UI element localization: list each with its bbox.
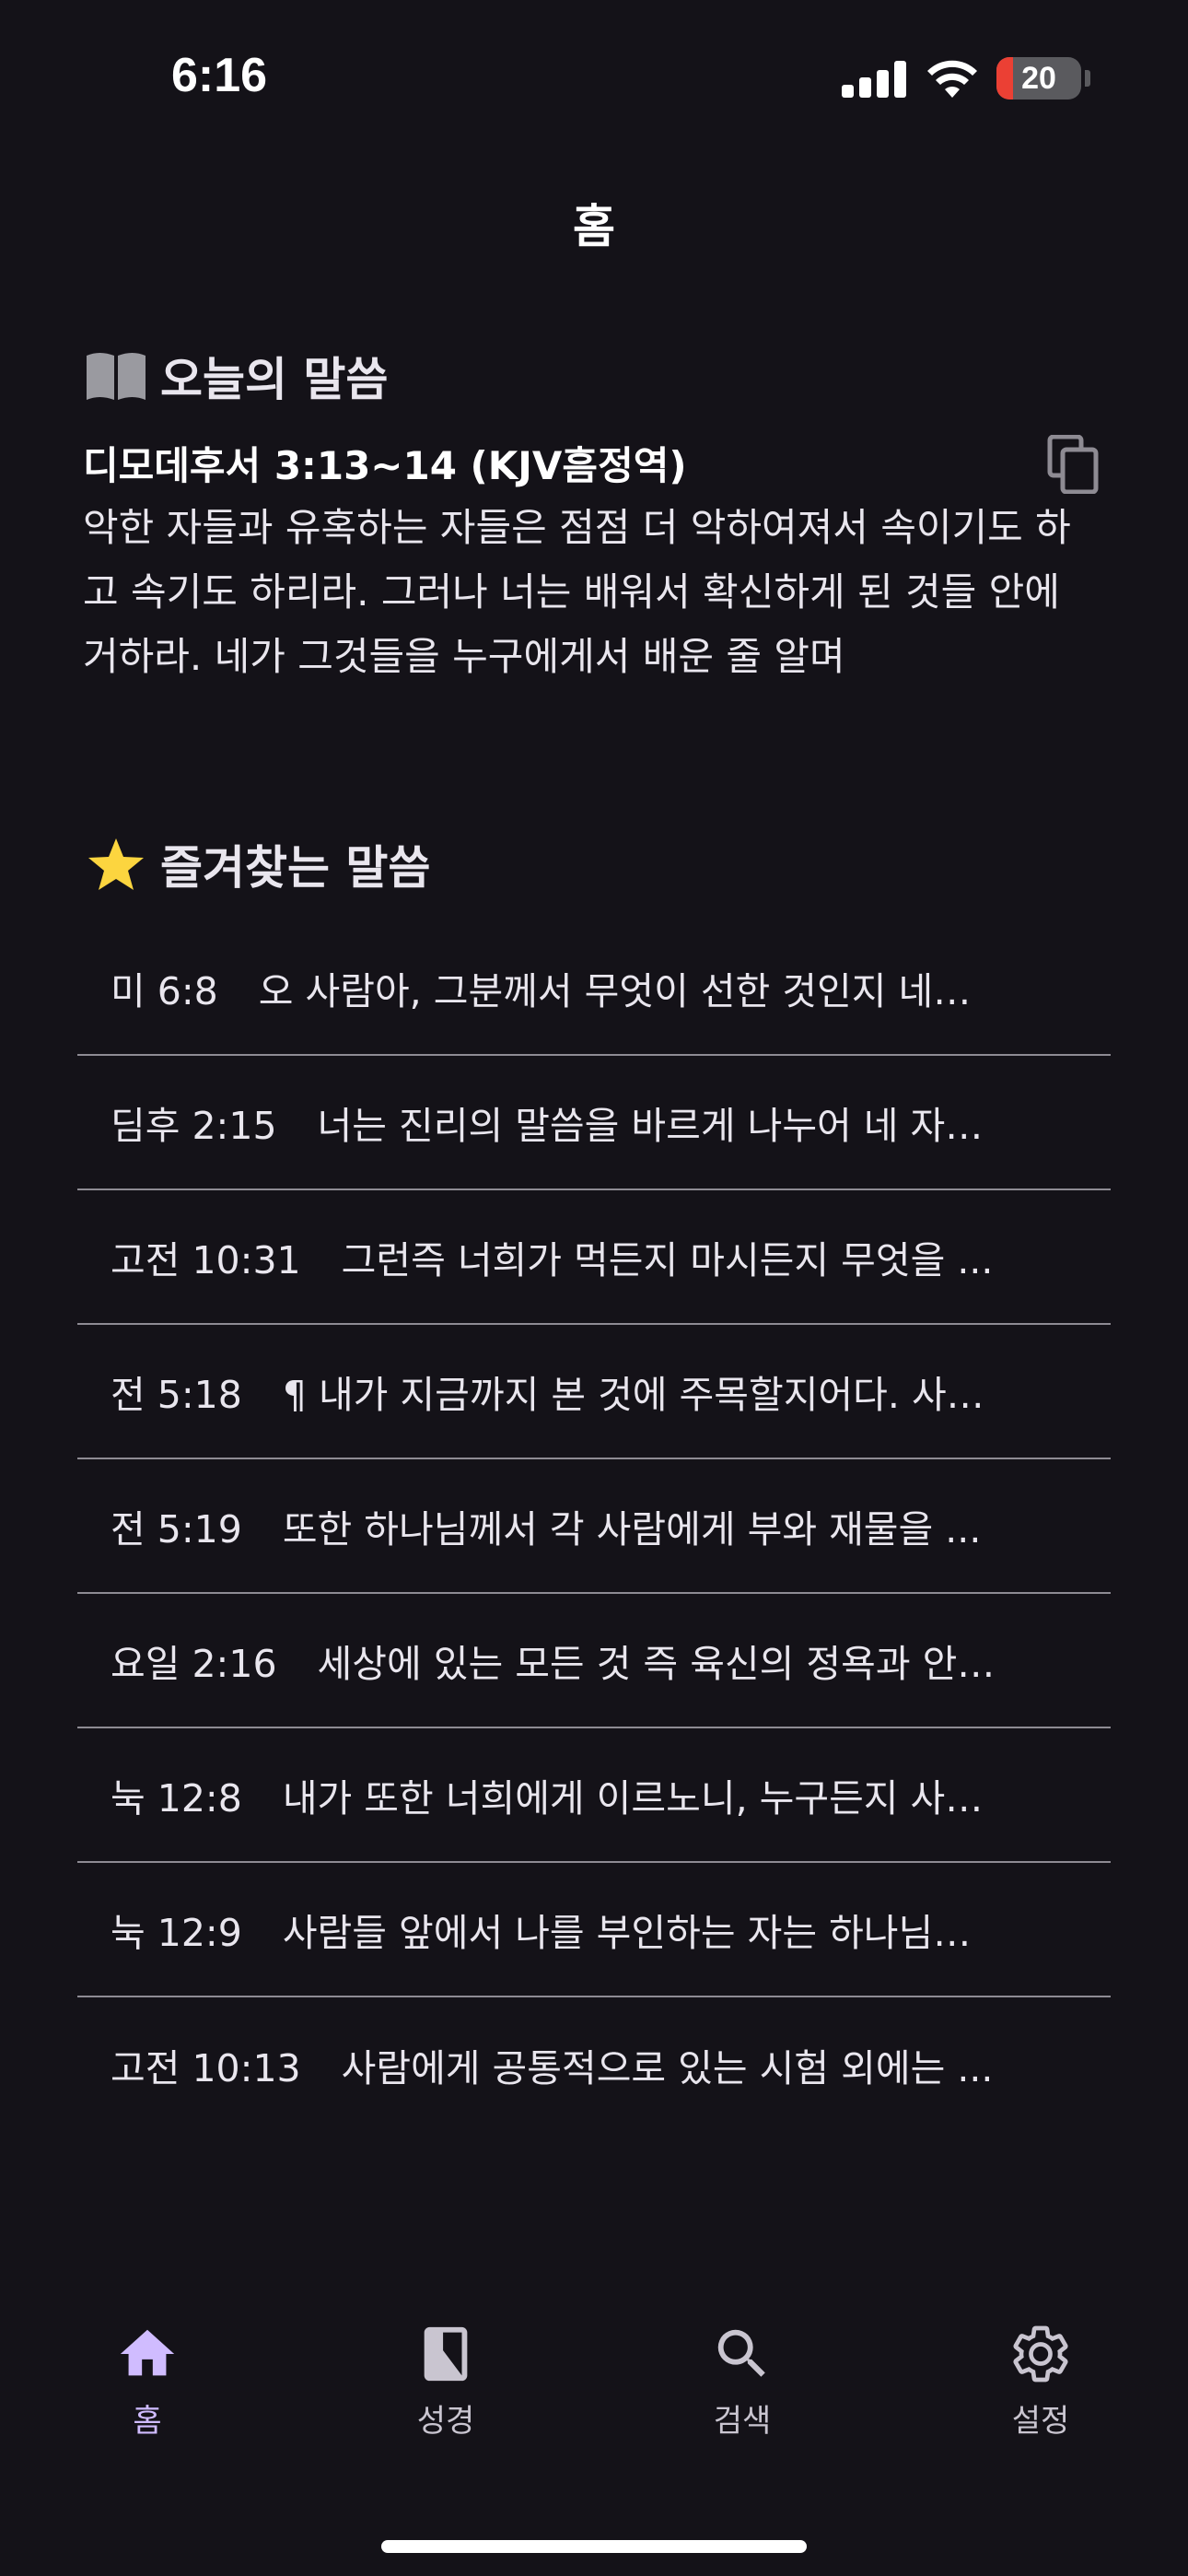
open-book-icon [87,353,146,400]
favorite-item[interactable]: 눅 12:9 사람들 앞에서 나를 부인하는 자는 하나님… [77,1863,1111,1997]
nav-bible[interactable]: 성경 [354,2322,538,2441]
copy-icon[interactable] [1046,435,1100,494]
favorite-text: 또한 하나님께서 각 사람에게 부와 재물을 ... [282,1507,982,1551]
favorites-heading: 즐겨찾는 말씀 [83,831,430,897]
status-bar: 6:16 20 [0,0,1188,157]
page-title: 홈 [573,200,615,253]
book-icon [424,2326,468,2382]
wifi-icon [927,60,977,98]
favorite-item[interactable]: 눅 12:8 내가 또한 너희에게 이르노니, 누구든지 사… [77,1728,1111,1863]
nav-settings[interactable]: 설정 [949,2322,1133,2441]
star-icon [88,838,144,890]
favorite-text: 오 사람아, 그분께서 무엇이 선한 것인지 네… [258,969,972,1013]
favorite-ref: 고전 10:31 [111,1238,301,1282]
favorite-text: 사람에게 공통적으로 있는 시험 외에는 ... [341,2046,994,2090]
battery-indicator: 20 [996,57,1081,100]
favorite-text: 너는 진리의 말씀을 바르게 나누어 네 자… [317,1104,984,1148]
favorite-item[interactable]: 고전 10:13 사람에게 공통적으로 있는 시험 외에는 ... [77,1997,1111,2132]
battery-percent: 20 [1021,61,1056,96]
today-verse-text: 악한 자들과 유혹하는 자들은 점점 더 악하여져서 속이기도 하고 속기도 하… [83,505,1071,679]
today-verse-heading: 오늘의 말씀 [83,343,388,409]
favorite-text: ¶ 내가 지금까지 본 것에 주목할지어다. 사… [282,1373,984,1417]
status-time: 6:16 [171,49,268,102]
favorite-text: 그런즉 너희가 먹든지 마시든지 무엇을 ... [341,1238,994,1282]
favorite-item[interactable]: 요일 2:16 세상에 있는 모든 것 즉 육신의 정욕과 안… [77,1594,1111,1728]
nav-search[interactable]: 검색 [650,2322,834,2441]
nav-settings-label: 설정 [1011,2403,1070,2440]
favorite-item[interactable]: 전 5:19 또한 하나님께서 각 사람에게 부와 재물을 ... [77,1459,1111,1594]
favorite-item[interactable]: 딤후 2:15 너는 진리의 말씀을 바르게 나누어 네 자… [77,1056,1111,1190]
home-indicator [381,2540,807,2553]
favorite-item[interactable]: 전 5:18 ¶ 내가 지금까지 본 것에 주목할지어다. 사… [77,1325,1111,1459]
favorite-ref: 딤후 2:15 [111,1104,277,1148]
favorites-list: 미 6:8 오 사람아, 그분께서 무엇이 선한 것인지 네… 딤후 2:15 너는… [77,921,1111,2132]
nav-bible-label: 성경 [416,2403,475,2440]
favorite-ref: 고전 10:13 [111,2046,301,2090]
cellular-signal-icon [842,61,906,98]
nav-home[interactable]: 홈 [55,2322,239,2441]
favorite-ref: 전 5:18 [111,1373,242,1417]
favorite-ref: 눅 12:8 [111,1776,242,1821]
favorite-text: 사람들 앞에서 나를 부인하는 자는 하나님… [282,1911,972,1955]
home-icon [120,2329,175,2376]
favorite-item[interactable]: 미 6:8 오 사람아, 그분께서 무엇이 선한 것인지 네… [77,921,1111,1056]
nav-search-label: 검색 [713,2403,772,2440]
bottom-nav: 홈 성경 검색 설정 [0,2322,1188,2469]
favorite-ref: 미 6:8 [111,969,218,1013]
favorite-text: 세상에 있는 모든 것 즉 육신의 정욕과 안… [317,1642,996,1686]
favorite-ref: 눅 12:9 [111,1911,242,1955]
battery-cap [1085,70,1090,87]
favorites-title: 즐겨찾는 말씀 [160,841,431,895]
favorite-item[interactable]: 고전 10:31 그런즉 너희가 먹든지 마시든지 무엇을 ... [77,1190,1111,1325]
favorite-ref: 전 5:19 [111,1507,242,1551]
search-icon [717,2329,765,2377]
nav-home-label: 홈 [133,2403,162,2440]
today-verse-reference: 디모데후서 3:13~14 (KJV흠정역) [83,443,687,488]
favorite-text: 내가 또한 너희에게 이르노니, 누구든지 사… [282,1776,984,1821]
today-verse-title: 오늘의 말씀 [160,353,389,406]
gear-icon [1013,2325,1068,2383]
favorite-ref: 요일 2:16 [111,1642,277,1686]
